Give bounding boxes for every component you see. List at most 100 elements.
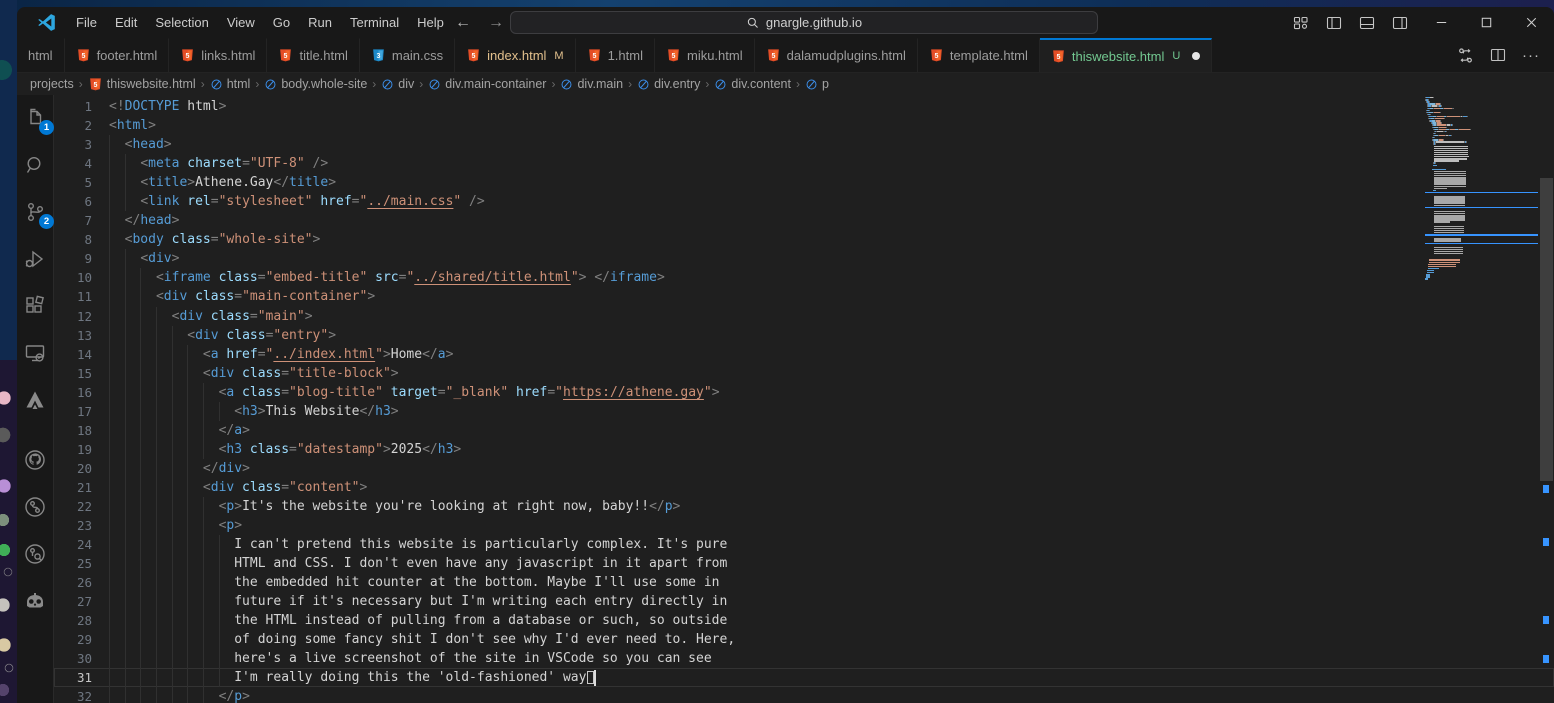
line-number[interactable]: 31	[54, 670, 109, 685]
dirty-dot-icon[interactable]	[1192, 52, 1200, 60]
code-line-27[interactable]: 27 future if it's necessary but I'm writ…	[54, 592, 1554, 611]
tab-index-html[interactable]: 5index.htmlM	[455, 38, 575, 72]
line-number[interactable]: 32	[54, 689, 109, 703]
code-line-31[interactable]: 31 I'm really doing this the 'old-fashio…	[54, 668, 1554, 687]
menu-item-help[interactable]: Help	[408, 12, 453, 33]
breadcrumb-item-div[interactable]: div	[381, 77, 414, 91]
source-control-icon[interactable]: 2	[23, 200, 47, 224]
tab-dalamudplugins-html[interactable]: 5dalamudplugins.html	[755, 38, 918, 72]
code-line-13[interactable]: 13 <div class="entry">	[54, 326, 1554, 345]
code-line-14[interactable]: 14 <a href="../index.html">Home</a>	[54, 345, 1554, 364]
editor[interactable]: 1<!DOCTYPE html>2<html>3 <head>4 <meta c…	[54, 95, 1554, 703]
remote-explorer-icon[interactable]	[23, 341, 47, 365]
line-number[interactable]: 7	[54, 213, 109, 228]
toggle-primary-sidebar-button[interactable]	[1322, 11, 1346, 35]
code-line-25[interactable]: 25 HTML and CSS. I don't even have any j…	[54, 554, 1554, 573]
line-number[interactable]: 6	[54, 194, 109, 209]
open-changes-button[interactable]	[1457, 47, 1474, 64]
line-number[interactable]: 29	[54, 632, 109, 647]
menu-item-run[interactable]: Run	[299, 12, 341, 33]
code-line-3[interactable]: 3 <head>	[54, 135, 1554, 154]
tab-1-html[interactable]: 51.html	[576, 38, 655, 72]
breadcrumb-item-div-main-container[interactable]: div.main-container	[428, 77, 546, 91]
line-number[interactable]: 20	[54, 461, 109, 476]
line-number[interactable]: 1	[54, 99, 109, 114]
menu-item-terminal[interactable]: Terminal	[341, 12, 408, 33]
code-line-26[interactable]: 26 the embedded hit counter at the botto…	[54, 573, 1554, 592]
tab-thiswebsite-html[interactable]: 5thiswebsite.htmlU	[1040, 38, 1212, 72]
menu-item-go[interactable]: Go	[264, 12, 299, 33]
tab-links-html[interactable]: 5links.html	[169, 38, 267, 72]
line-number[interactable]: 30	[54, 651, 109, 666]
line-number[interactable]: 17	[54, 404, 109, 419]
code-line-29[interactable]: 29 of doing some fancy shit I don't see …	[54, 630, 1554, 649]
line-number[interactable]: 2	[54, 118, 109, 133]
github-icon[interactable]	[23, 448, 47, 472]
extensions-icon[interactable]	[23, 294, 47, 318]
scrollbar[interactable]	[1539, 95, 1554, 703]
line-number[interactable]: 19	[54, 442, 109, 457]
split-editor-button[interactable]	[1490, 47, 1506, 63]
tab-miku-html[interactable]: 5miku.html	[655, 38, 755, 72]
menu-item-file[interactable]: File	[67, 12, 106, 33]
menu-item-selection[interactable]: Selection	[146, 12, 217, 33]
git-graph-icon[interactable]	[23, 495, 47, 519]
menu-item-view[interactable]: View	[218, 12, 264, 33]
line-number[interactable]: 13	[54, 328, 109, 343]
breadcrumb-item-thiswebsite-html[interactable]: 5thiswebsite.html	[88, 77, 196, 92]
breadcrumb-item-div-content[interactable]: div.content	[714, 77, 791, 91]
code-line-19[interactable]: 19 <h3 class="datestamp">2025</h3>	[54, 440, 1554, 459]
breadcrumb-item-div-entry[interactable]: div.entry	[637, 77, 700, 91]
maximize-button[interactable]	[1464, 7, 1509, 38]
breadcrumb-item-p[interactable]: p	[805, 77, 829, 91]
code-line-6[interactable]: 6 <link rel="stylesheet" href="../main.c…	[54, 192, 1554, 211]
godot-tools-icon[interactable]	[23, 589, 47, 613]
tab-template-html[interactable]: 5template.html	[918, 38, 1040, 72]
line-number[interactable]: 16	[54, 385, 109, 400]
toggle-secondary-sidebar-button[interactable]	[1388, 11, 1412, 35]
close-button[interactable]	[1509, 7, 1554, 38]
breadcrumb-item-projects[interactable]: projects	[30, 77, 74, 91]
breadcrumb-item-div-main[interactable]: div.main	[560, 77, 623, 91]
line-number[interactable]: 21	[54, 480, 109, 495]
code-line-15[interactable]: 15 <div class="title-block">	[54, 364, 1554, 383]
line-number[interactable]: 28	[54, 613, 109, 628]
code-line-11[interactable]: 11 <div class="main-container">	[54, 287, 1554, 306]
code-line-30[interactable]: 30 here's a live screenshot of the site …	[54, 649, 1554, 668]
git-search-icon[interactable]	[23, 542, 47, 566]
explorer-icon[interactable]: 1	[23, 106, 47, 130]
line-number[interactable]: 27	[54, 594, 109, 609]
line-number[interactable]: 8	[54, 232, 109, 247]
code-line-20[interactable]: 20 </div>	[54, 459, 1554, 478]
back-button[interactable]: ←	[455, 14, 471, 32]
line-number[interactable]: 25	[54, 556, 109, 571]
code-line-7[interactable]: 7 </head>	[54, 211, 1554, 230]
code-line-4[interactable]: 4 <meta charset="UTF-8" />	[54, 154, 1554, 173]
run-debug-icon[interactable]	[23, 247, 47, 271]
breadcrumb-item-body-whole-site[interactable]: body.whole-site	[264, 77, 367, 91]
code-line-17[interactable]: 17 <h3>This Website</h3>	[54, 402, 1554, 421]
tab-html[interactable]: html	[17, 38, 65, 72]
code-line-22[interactable]: 22 <p>It's the website you're looking at…	[54, 497, 1554, 516]
code-line-9[interactable]: 9 <div>	[54, 249, 1554, 268]
scrollbar-thumb[interactable]	[1540, 178, 1553, 481]
a-extension-icon[interactable]	[23, 388, 47, 412]
line-number[interactable]: 5	[54, 175, 109, 190]
code-line-10[interactable]: 10 <iframe class="embed-title" src="../s…	[54, 268, 1554, 287]
line-number[interactable]: 26	[54, 575, 109, 590]
line-number[interactable]: 23	[54, 518, 109, 533]
tab-title-html[interactable]: 5title.html	[267, 38, 359, 72]
line-number[interactable]: 9	[54, 251, 109, 266]
forward-button[interactable]: →	[488, 14, 504, 32]
line-number[interactable]: 14	[54, 347, 109, 362]
code-line-5[interactable]: 5 <title>Athene.Gay</title>	[54, 173, 1554, 192]
customize-layout-button[interactable]	[1289, 11, 1313, 35]
line-number[interactable]: 22	[54, 499, 109, 514]
breadcrumb-item-html[interactable]: html	[210, 77, 251, 91]
minimap[interactable]	[1425, 97, 1538, 281]
line-number[interactable]: 12	[54, 309, 109, 324]
tab-footer-html[interactable]: 5footer.html	[65, 38, 170, 72]
code-line-24[interactable]: 24 I can't pretend this website is parti…	[54, 535, 1554, 554]
line-number[interactable]: 15	[54, 366, 109, 381]
code-line-2[interactable]: 2<html>	[54, 116, 1554, 135]
